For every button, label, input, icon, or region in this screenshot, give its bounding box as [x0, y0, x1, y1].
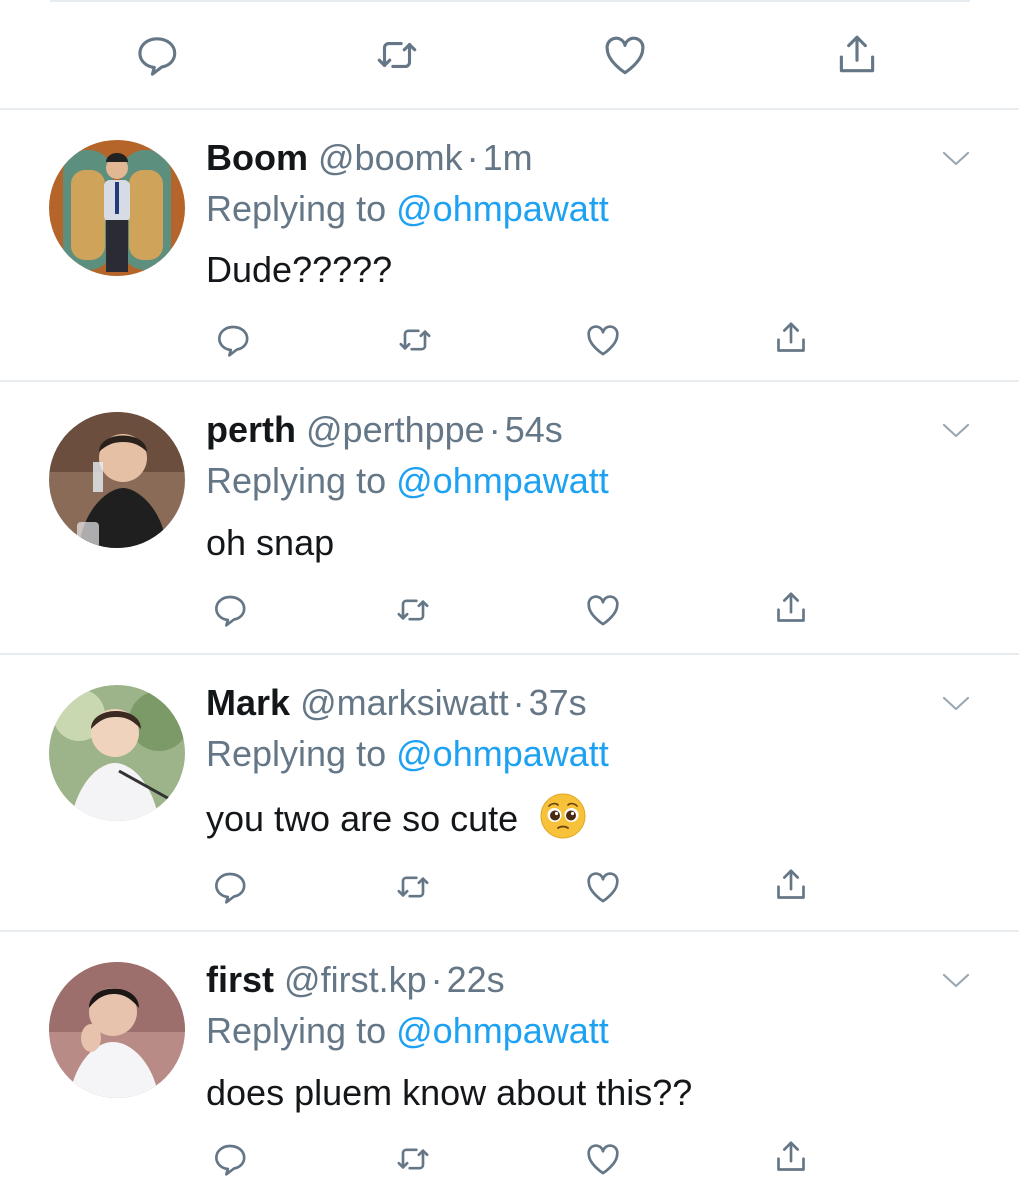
pleading-face-emoji — [540, 793, 586, 839]
retweet-icon[interactable] — [393, 318, 437, 362]
mention-link[interactable]: @ohmpawatt — [396, 733, 609, 774]
tweet-text-content: Dude????? — [206, 249, 393, 290]
replying-to: Replying to @ohmpawatt — [206, 1009, 609, 1053]
mention-link[interactable]: @ohmpawatt — [396, 460, 609, 501]
share-icon[interactable] — [832, 30, 882, 80]
timestamp[interactable]: 54s — [505, 409, 563, 450]
replying-to: Replying to @ohmpawatt — [206, 732, 609, 776]
user-handle[interactable]: @perthppe — [306, 409, 485, 450]
like-icon[interactable] — [581, 865, 625, 909]
reply-icon[interactable] — [208, 1137, 252, 1181]
separator: · — [488, 409, 501, 450]
share-icon[interactable] — [769, 1135, 813, 1179]
avatar[interactable] — [49, 140, 185, 276]
replying-prefix: Replying to — [206, 733, 387, 774]
display-name[interactable]: first — [206, 959, 274, 1000]
display-name[interactable]: Mark — [206, 682, 290, 723]
tweet-header: first @first.kp · 22s — [206, 958, 505, 1002]
like-icon[interactable] — [581, 1137, 625, 1181]
retweet-icon[interactable] — [372, 30, 422, 80]
share-icon[interactable] — [769, 586, 813, 630]
retweet-icon[interactable] — [391, 588, 435, 632]
tweet-text: Dude????? — [206, 247, 392, 293]
tweet-text-content: oh snap — [206, 522, 335, 563]
tweet-text-content: does pluem know about this?? — [206, 1072, 693, 1113]
replying-prefix: Replying to — [206, 188, 387, 229]
share-icon[interactable] — [769, 316, 813, 360]
separator: · — [430, 959, 443, 1000]
user-handle[interactable]: @first.kp — [284, 959, 427, 1000]
avatar[interactable] — [49, 412, 185, 548]
replying-prefix: Replying to — [206, 1010, 387, 1051]
chevron-down-icon[interactable] — [938, 968, 974, 992]
tweet-header: Boom @boomk · 1m — [206, 136, 533, 180]
reply-tweet[interactable]: Boom @boomk · 1m Replying to @ohmpawatt Du… — [0, 110, 1019, 382]
tweet-header: Mark @marksiwatt · 37s — [206, 681, 587, 725]
top-tweet-actions — [0, 0, 1019, 110]
tweet-header: perth @perthppe · 54s — [206, 408, 563, 452]
reply-icon[interactable] — [208, 588, 252, 632]
replying-to: Replying to @ohmpawatt — [206, 459, 609, 503]
chevron-down-icon[interactable] — [938, 691, 974, 715]
display-name[interactable]: perth — [206, 409, 296, 450]
reply-icon[interactable] — [211, 318, 255, 362]
separator: · — [466, 137, 479, 178]
reply-icon[interactable] — [132, 30, 182, 80]
user-handle[interactable]: @boomk — [318, 137, 463, 178]
timestamp[interactable]: 22s — [447, 959, 505, 1000]
replying-to: Replying to @ohmpawatt — [206, 187, 609, 231]
chevron-down-icon[interactable] — [938, 146, 974, 170]
mention-link[interactable]: @ohmpawatt — [396, 188, 609, 229]
retweet-icon[interactable] — [391, 865, 435, 909]
reply-tweet[interactable]: Mark @marksiwatt · 37s Replying to @ohmpaw… — [0, 655, 1019, 931]
reply-icon[interactable] — [208, 865, 252, 909]
replying-prefix: Replying to — [206, 460, 387, 501]
timestamp[interactable]: 1m — [483, 137, 533, 178]
like-icon[interactable] — [600, 30, 650, 80]
tweet-text: oh snap — [206, 520, 334, 566]
share-icon[interactable] — [769, 863, 813, 907]
like-icon[interactable] — [581, 318, 625, 362]
chevron-down-icon[interactable] — [938, 418, 974, 442]
reply-tweet[interactable]: perth @perthppe · 54s Replying to @ohmpawa… — [0, 382, 1019, 654]
tweet-text-content: you two are so cute — [206, 798, 519, 839]
retweet-icon[interactable] — [391, 1137, 435, 1181]
reply-tweet[interactable]: first @first.kp · 22s Replying to @ohmpawa… — [0, 932, 1019, 1200]
tweet-text: you two are so cute — [206, 793, 586, 842]
display-name[interactable]: Boom — [206, 137, 308, 178]
separator: · — [512, 682, 525, 723]
avatar[interactable] — [49, 685, 185, 821]
tweet-text: does pluem know about this?? — [206, 1070, 692, 1116]
like-icon[interactable] — [581, 588, 625, 632]
mention-link[interactable]: @ohmpawatt — [396, 1010, 609, 1051]
timestamp[interactable]: 37s — [529, 682, 587, 723]
user-handle[interactable]: @marksiwatt — [300, 682, 509, 723]
avatar[interactable] — [49, 962, 185, 1098]
